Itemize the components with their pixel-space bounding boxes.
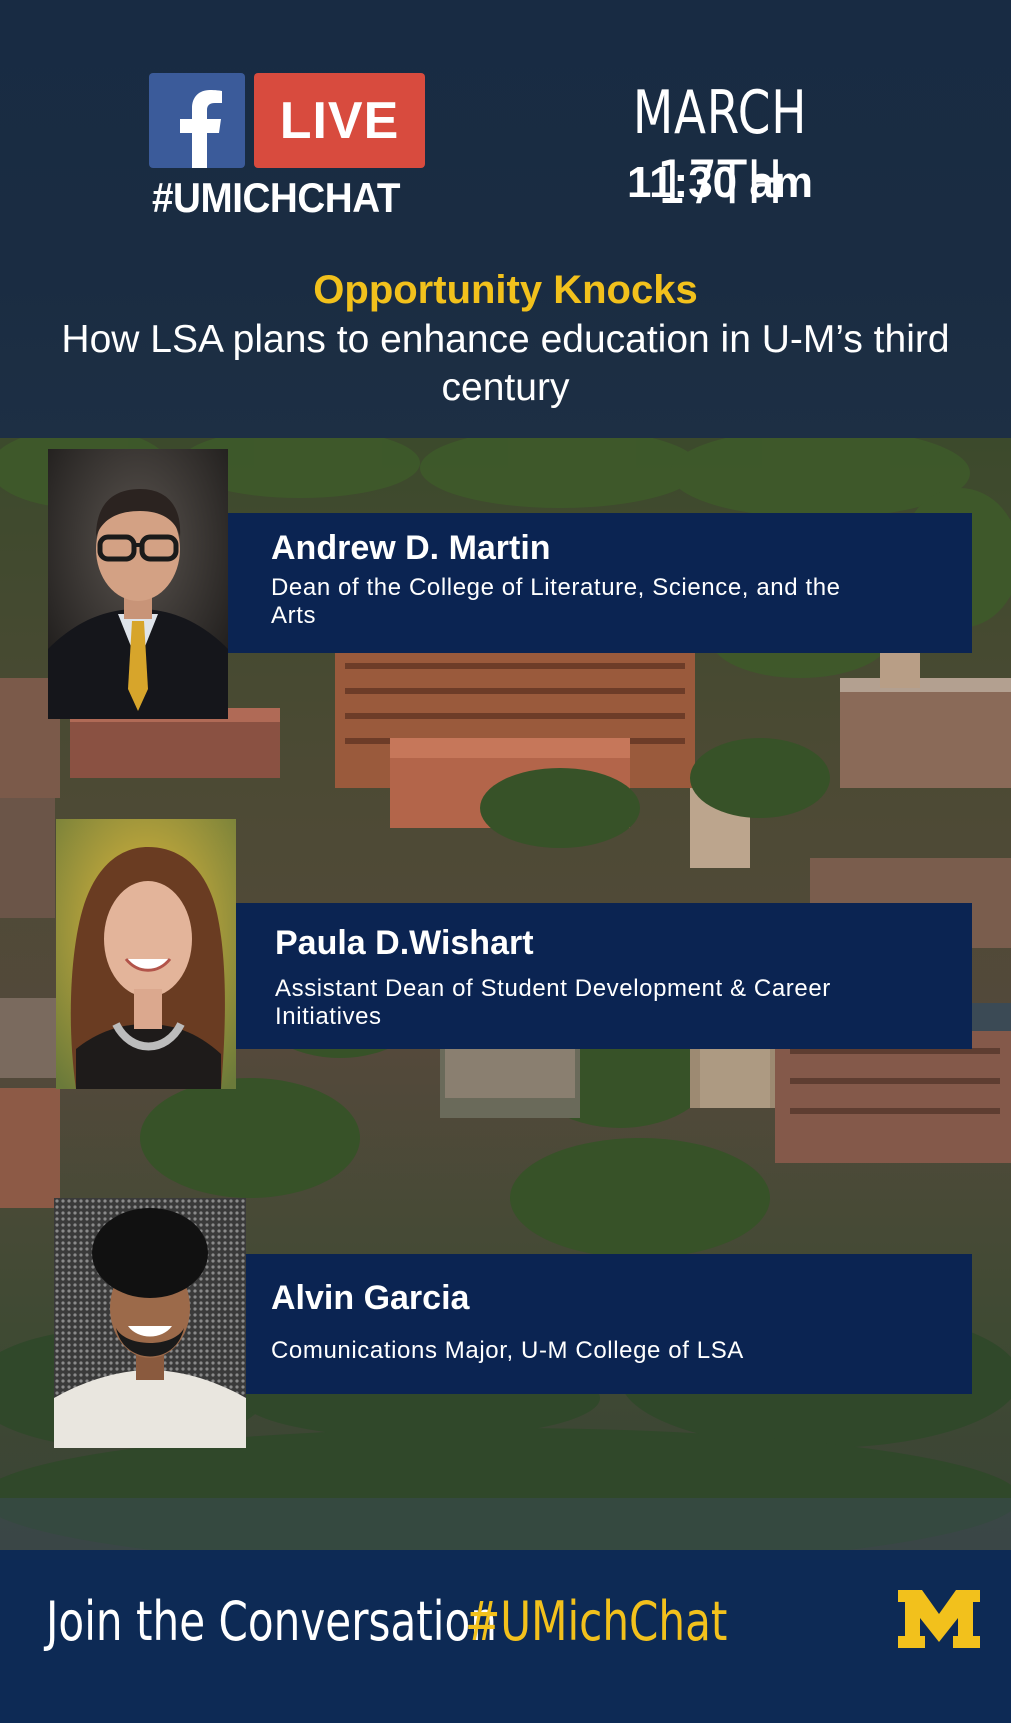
speaker-name-2: Paula D.Wishart (275, 924, 534, 962)
umich-block-m-logo (898, 1590, 980, 1648)
speaker-role-2: Assistant Dean of Student Development & … (275, 975, 831, 1030)
speaker-photo-3 (54, 1198, 246, 1448)
event-time: 11:30 am (627, 158, 813, 207)
speaker-photo-1 (48, 449, 228, 719)
header: LIVE #UMICHCHAT MARCH 17TH 11:30 am Oppo… (0, 0, 1011, 438)
footer-hashtag: #UMichChat (465, 1590, 728, 1653)
live-badge: LIVE (254, 73, 425, 168)
speaker-photo-2 (56, 819, 236, 1089)
facebook-logo-icon (149, 73, 245, 168)
footer-join-text: Join the Conversation (46, 1590, 497, 1653)
event-title: Opportunity Knocks (313, 268, 698, 312)
speaker-role-1: Dean of the College of Literature, Scien… (271, 574, 841, 629)
event-subtitle: How LSA plans to enhance education in U-… (61, 318, 950, 409)
speaker-name-1: Andrew D. Martin (271, 529, 551, 567)
speaker-role-3: Comunications Major, U-M College of LSA (271, 1337, 744, 1364)
speaker-card-3 (246, 1254, 972, 1394)
event-hashtag: #UMICHCHAT (152, 174, 400, 221)
speaker-name-3: Alvin Garcia (271, 1279, 470, 1317)
